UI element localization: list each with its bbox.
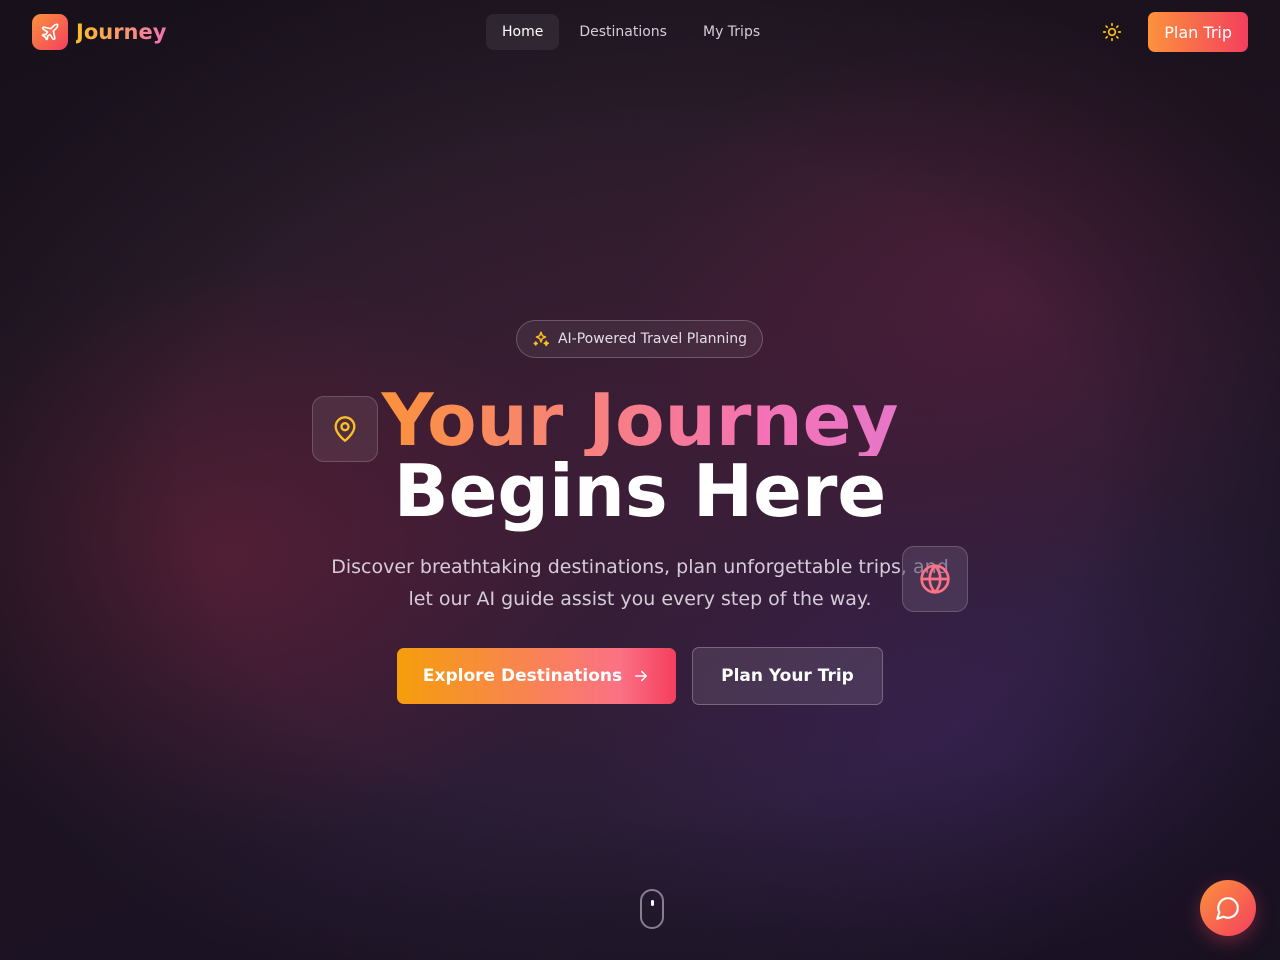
- plan-your-trip-button[interactable]: Plan Your Trip: [692, 647, 883, 705]
- explore-destinations-button[interactable]: Explore Destinations: [397, 648, 676, 704]
- hero-subtitle-line2: let our AI guide assist you every step o…: [408, 588, 872, 610]
- scroll-indicator[interactable]: [640, 889, 664, 929]
- explore-destinations-label: Explore Destinations: [422, 666, 623, 686]
- plane-icon: [32, 14, 68, 50]
- theme-toggle-button[interactable]: [1096, 16, 1128, 48]
- hero-subtitle: Discover breathtaking destinations, plan…: [310, 551, 970, 615]
- hero-title-line2: Begins Here: [393, 449, 887, 533]
- header-actions: Plan Trip: [1096, 12, 1248, 52]
- ai-badge-label: AI-Powered Travel Planning: [557, 331, 748, 347]
- sparkles-icon: [533, 331, 550, 347]
- site-header: Journey Home Destinations My Trips Plan …: [0, 0, 1280, 64]
- nav-item-destinations[interactable]: Destinations: [563, 14, 683, 50]
- chat-button[interactable]: [1200, 880, 1256, 936]
- floating-card-pin: [312, 396, 378, 462]
- nav-item-home[interactable]: Home: [486, 14, 560, 50]
- brand-name: Journey: [76, 20, 167, 44]
- scroll-indicator-dot: [651, 900, 654, 906]
- message-circle-icon: [1216, 897, 1239, 920]
- hero-subtitle-line1: Discover breathtaking destinations, plan…: [331, 556, 949, 578]
- sun-icon: [1103, 22, 1122, 42]
- map-pin-icon: [334, 416, 356, 442]
- nav-item-my-trips[interactable]: My Trips: [687, 14, 776, 50]
- hero-title-line1: Your Journey: [0, 384, 1280, 456]
- arrow-right-icon: [635, 670, 648, 682]
- main-nav: Home Destinations My Trips: [486, 14, 776, 50]
- plan-trip-button[interactable]: Plan Trip: [1148, 12, 1248, 52]
- ai-badge: AI-Powered Travel Planning: [516, 320, 763, 358]
- brand-logo-link[interactable]: Journey: [32, 14, 166, 50]
- floating-card-globe: [902, 546, 968, 612]
- globe-icon: [920, 564, 950, 594]
